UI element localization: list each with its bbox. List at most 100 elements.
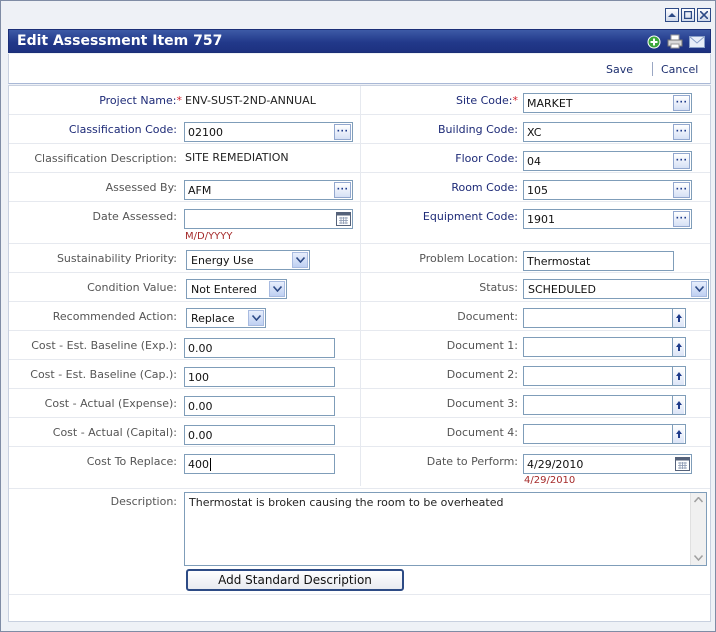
- room-code-lookup-button[interactable]: ···: [673, 182, 690, 198]
- maximize-icon: [684, 11, 692, 19]
- close-icon: [700, 11, 708, 19]
- form-row: Cost - Actual (Capital): 0.00 Document 4…: [9, 418, 710, 447]
- cost-est-baseline-cap-input[interactable]: 100: [184, 367, 335, 387]
- floor-code-input[interactable]: 04: [523, 151, 692, 171]
- maximize-button[interactable]: [681, 8, 695, 22]
- document-1-label: Document 1:: [446, 339, 518, 352]
- building-code-label: Building Code:: [438, 123, 518, 136]
- classification-code-input[interactable]: 02100: [184, 122, 353, 142]
- cost-actual-expense-label: Cost - Actual (Expense):: [44, 397, 177, 410]
- add-icon[interactable]: [647, 35, 661, 49]
- add-standard-description-button[interactable]: Add Standard Description: [186, 569, 404, 591]
- cancel-button[interactable]: Cancel: [661, 63, 698, 76]
- cost-est-baseline-exp-label: Cost - Est. Baseline (Exp.):: [31, 339, 177, 352]
- project-name-label: Project Name:*: [99, 94, 182, 107]
- room-code-input[interactable]: 105: [523, 180, 692, 200]
- upload-arrow-icon[interactable]: [672, 367, 684, 385]
- chevron-down-icon: [292, 252, 308, 268]
- assessed-by-label: Assessed By:: [105, 181, 177, 194]
- document-input[interactable]: [523, 308, 686, 328]
- document-2-input[interactable]: [523, 366, 686, 386]
- action-bar: Save Cancel: [8, 54, 711, 84]
- status-label: Status:: [479, 281, 518, 294]
- dialog-title-bar: Edit Assessment Item 757: [8, 29, 711, 53]
- building-code-lookup-button[interactable]: ···: [673, 124, 690, 140]
- collapse-up-icon: [668, 13, 676, 17]
- form-row: Assessed By: AFM ··· Room Code: 105 ···: [9, 173, 710, 202]
- dialog-title: Edit Assessment Item 757: [17, 33, 223, 49]
- description-scrollbar[interactable]: [690, 493, 706, 565]
- document-2-label: Document 2:: [446, 368, 518, 381]
- cost-to-replace-input[interactable]: 400: [184, 454, 335, 474]
- floor-code-lookup-button[interactable]: ···: [673, 153, 690, 169]
- date-to-perform-label: Date to Perform:: [426, 455, 518, 468]
- description-row: Description: Thermostat is broken causin…: [9, 489, 710, 595]
- save-button[interactable]: Save: [606, 63, 633, 76]
- upload-arrow-icon[interactable]: [672, 425, 684, 443]
- project-name-value: ENV-SUST-2ND-ANNUAL: [185, 94, 316, 107]
- document-1-input[interactable]: [523, 337, 686, 357]
- date-assessed-format-hint: M/D/YYYY: [185, 231, 233, 242]
- window-controls: [665, 8, 711, 23]
- date-to-perform-hint: 4/29/2010: [524, 475, 576, 486]
- email-icon[interactable]: [689, 35, 705, 48]
- scroll-down-icon[interactable]: [694, 555, 703, 561]
- cost-actual-capital-label: Cost - Actual (Capital):: [52, 426, 177, 439]
- form-row: Classification Code: 02100 ··· Building …: [9, 115, 710, 144]
- minimize-button[interactable]: [665, 8, 679, 22]
- site-code-lookup-button[interactable]: ···: [673, 95, 690, 111]
- calendar-icon[interactable]: [336, 212, 351, 226]
- equipment-code-label: Equipment Code:: [422, 210, 518, 223]
- status-select[interactable]: SCHEDULED: [523, 279, 709, 299]
- form-row: Project Name:* ENV-SUST-2ND-ANNUAL Site …: [9, 86, 710, 115]
- assessed-by-input[interactable]: AFM: [184, 180, 353, 200]
- document-3-label: Document 3:: [446, 397, 518, 410]
- problem-location-input[interactable]: Thermostat: [523, 251, 674, 271]
- sustainability-priority-label: Sustainability Priority:: [56, 252, 177, 265]
- description-textarea[interactable]: Thermostat is broken causing the room to…: [184, 492, 707, 566]
- chevron-down-icon: [691, 281, 707, 297]
- date-to-perform-input[interactable]: 4/29/2010: [523, 454, 692, 474]
- text-cursor: [210, 458, 211, 471]
- upload-arrow-icon[interactable]: [672, 396, 684, 414]
- classification-code-label: Classification Code:: [68, 123, 177, 136]
- recommended-action-select[interactable]: Replace: [186, 308, 266, 328]
- cost-actual-expense-input[interactable]: 0.00: [184, 396, 335, 416]
- document-3-input[interactable]: [523, 395, 686, 415]
- cost-est-baseline-exp-input[interactable]: 0.00: [184, 338, 335, 358]
- dialog-window: Edit Assessment Item 757 Save Cancel Pro…: [0, 0, 716, 632]
- condition-value-label: Condition Value:: [87, 281, 177, 294]
- close-button[interactable]: [697, 8, 711, 22]
- room-code-label: Room Code:: [451, 181, 518, 194]
- form-row: Condition Value: Not Entered Status: SCH…: [9, 273, 710, 302]
- form-row: Sustainability Priority: Energy Use Prob…: [9, 244, 710, 273]
- document-label: Document:: [457, 310, 518, 323]
- form-row: Cost - Actual (Expense): 0.00 Document 3…: [9, 389, 710, 418]
- chevron-down-icon: [269, 281, 285, 297]
- scroll-up-icon[interactable]: [694, 497, 703, 503]
- calendar-icon[interactable]: [675, 457, 690, 471]
- cost-actual-capital-input[interactable]: 0.00: [184, 425, 335, 445]
- chevron-down-icon: [248, 310, 264, 326]
- classification-description-label: Classification Description:: [34, 152, 177, 165]
- equipment-code-input[interactable]: 1901: [523, 209, 692, 229]
- site-code-input[interactable]: MARKET: [523, 93, 692, 113]
- form-row: Classification Description: SITE REMEDIA…: [9, 144, 710, 173]
- building-code-input[interactable]: XC: [523, 122, 692, 142]
- sustainability-priority-select[interactable]: Energy Use: [186, 250, 310, 270]
- upload-arrow-icon[interactable]: [672, 338, 684, 356]
- form-row: Cost - Est. Baseline (Exp.): 0.00 Docume…: [9, 331, 710, 360]
- equipment-code-lookup-button[interactable]: ···: [673, 211, 690, 227]
- upload-arrow-icon[interactable]: [672, 309, 684, 327]
- classification-code-lookup-button[interactable]: ···: [334, 124, 351, 140]
- classification-description-value: SITE REMEDIATION: [185, 151, 289, 164]
- assessed-by-lookup-button[interactable]: ···: [334, 182, 351, 198]
- document-4-input[interactable]: [523, 424, 686, 444]
- date-assessed-label: Date Assessed:: [92, 210, 177, 223]
- form-row: Date Assessed: M/D/YYYY Equipment Code: …: [9, 202, 710, 244]
- print-icon[interactable]: [667, 34, 683, 49]
- description-label: Description:: [110, 495, 177, 508]
- date-assessed-input[interactable]: [184, 209, 353, 229]
- condition-value-select[interactable]: Not Entered: [186, 279, 287, 299]
- form-row: Cost To Replace: 400 Date to Perform: 4/…: [9, 447, 710, 489]
